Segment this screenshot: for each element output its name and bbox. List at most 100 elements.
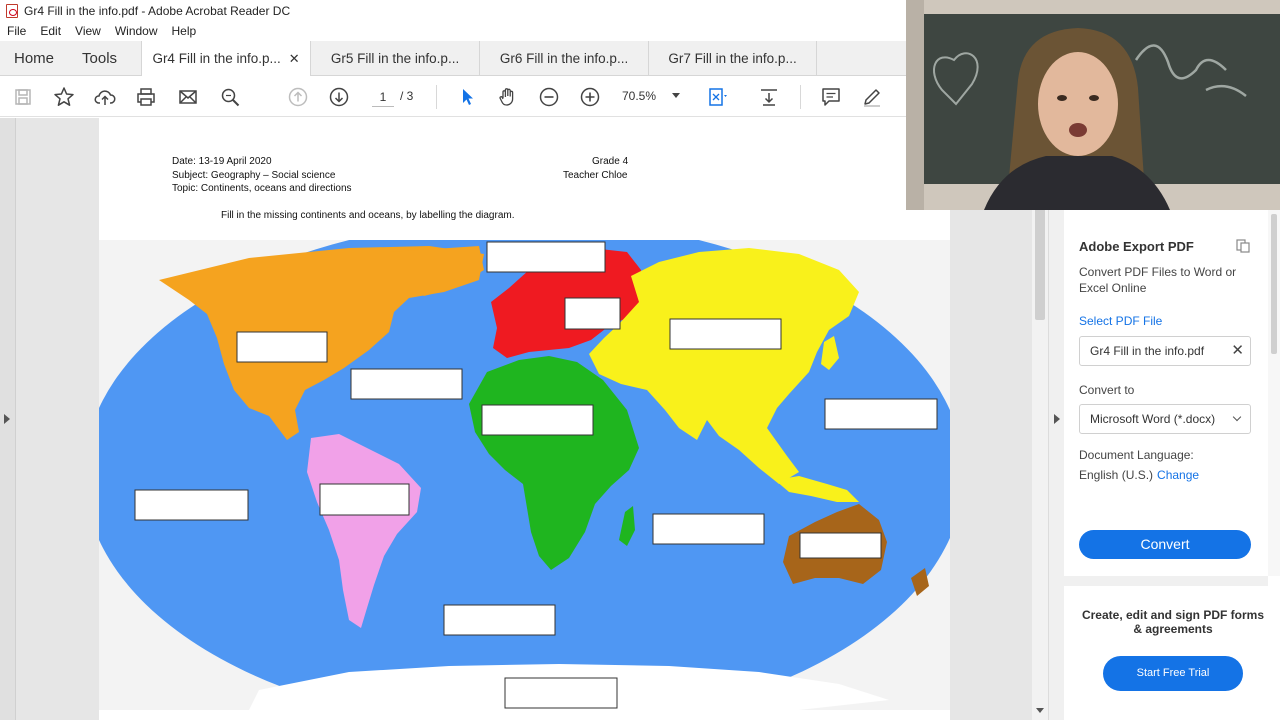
label-box [481,404,594,436]
doc-tab-label: Gr6 Fill in the info.p... [499,50,629,66]
doc-language-label: Document Language: [1079,448,1194,462]
pdf-page: Date: 13-19 April 2020 Subject: Geograph… [99,118,950,720]
label-box [236,331,328,363]
doc-grade: Grade 4 [592,156,629,167]
page-up-icon[interactable] [287,86,309,108]
search-icon[interactable] [219,86,241,108]
language-value: English (U.S.) [1079,468,1154,482]
toolbar-divider [800,85,801,109]
pdf-app-icon [6,4,18,18]
expand-left-icon[interactable] [4,414,10,424]
doc-tab-label: Gr7 Fill in the info.p... [668,50,797,66]
page-down-icon[interactable] [328,86,350,108]
start-trial-button[interactable]: Start Free Trial [1103,656,1243,691]
doc-tab-gr7[interactable]: Gr7 Fill in the info.p... [648,41,818,75]
right-pane-toggle[interactable] [1048,210,1064,720]
collapse-right-icon[interactable] [1054,414,1060,424]
upload-icon[interactable] [94,86,116,108]
label-box [443,604,556,636]
hand-icon[interactable] [497,86,519,108]
label-box [824,398,938,430]
presenter-face [1038,52,1118,156]
promo-text: Create, edit and sign PDF forms & agreem… [1081,608,1265,636]
doc-teacher: Teacher Chloe [563,170,628,181]
right-pane-scrollbar[interactable] [1268,210,1280,576]
zoom-level[interactable]: 70.5% [622,89,656,103]
doc-topic: Topic: Continents, oceans and directions [172,183,352,194]
close-tab-icon[interactable]: ✕ [289,51,300,67]
tab-tools[interactable]: Tools [68,41,141,75]
presenter-eye [1057,95,1067,101]
selected-file-name: Gr4 Fill in the info.pdf [1090,344,1205,358]
doc-tab-label: Gr4 Fill in the info.p... [152,51,281,66]
doc-tab-gr6[interactable]: Gr6 Fill in the info.p... [479,41,648,75]
label-box [669,318,782,350]
select-pdf-link[interactable]: Select PDF File [1079,314,1162,328]
comment-icon[interactable] [820,86,842,108]
presenter-eye [1089,95,1099,101]
menu-window[interactable]: Window [115,24,158,38]
doc-date: Date: 13-19 April 2020 [172,156,272,167]
toolbar-divider [436,85,437,109]
save-icon[interactable] [12,86,34,108]
label-box [504,677,618,709]
page-total: / 3 [400,89,414,103]
panel-separator [1064,576,1268,586]
select-cursor-icon[interactable] [456,86,478,108]
tab-bar: Home Tools Gr4 Fill in the info.p... ✕ G… [0,41,906,76]
star-icon[interactable] [53,86,75,108]
document-area[interactable]: Date: 13-19 April 2020 Subject: Geograph… [0,118,1048,720]
pen-icon[interactable] [861,86,883,108]
tab-home[interactable]: Home [0,41,68,75]
menu-edit[interactable]: Edit [40,24,61,38]
menu-bar: File Edit View Window Help [0,22,906,40]
export-pdf-icon [1236,239,1250,253]
export-description: Convert PDF Files to Word or Excel Onlin… [1079,265,1237,295]
label-box [134,489,249,521]
title-bar: Gr4 Fill in the info.pdf - Adobe Acrobat… [0,0,906,22]
scroll-down-icon[interactable] [1036,708,1044,713]
fit-page-icon[interactable] [706,86,728,108]
webcam-overlay [906,0,1280,210]
menu-file[interactable]: File [7,24,26,38]
doc-tab-label: Gr5 Fill in the info.p... [330,50,460,66]
export-pdf-panel: Adobe Export PDF Convert PDF Files to Wo… [1064,210,1268,576]
print-icon[interactable] [135,86,157,108]
convert-to-label: Convert to [1079,383,1135,397]
format-select[interactable]: Microsoft Word (*.docx) [1079,404,1251,434]
scrollbar-thumb[interactable] [1271,214,1277,354]
menu-view[interactable]: View [75,24,101,38]
toolbar: 1 / 3 70.5% [0,77,906,117]
menu-help[interactable]: Help [172,24,197,38]
doc-tab-gr4[interactable]: Gr4 Fill in the info.p... ✕ [141,41,311,76]
doc-subject: Subject: Geography – Social science [172,170,336,181]
label-box [350,368,463,400]
left-panel-toggle[interactable] [0,118,16,720]
scroll-mode-icon[interactable] [758,86,780,108]
presenter-mouth [1069,123,1087,137]
clear-file-icon[interactable]: ✕ [1231,337,1244,365]
label-box [319,483,410,516]
label-box [486,241,606,273]
chevron-down-icon [1232,412,1242,422]
mail-icon[interactable] [177,86,199,108]
right-pane: Adobe Export PDF Convert PDF Files to Wo… [1064,210,1280,720]
label-box [799,532,882,559]
zoom-in-icon[interactable] [579,86,601,108]
convert-button[interactable]: Convert [1079,530,1251,559]
doc-language: English (U.S.) Change [1079,468,1199,482]
change-language-link[interactable]: Change [1157,468,1199,482]
webcam-presenter-image [906,0,1280,210]
label-box [564,297,621,330]
doc-instruction: Fill in the missing continents and ocean… [221,210,515,221]
doc-tab-gr5[interactable]: Gr5 Fill in the info.p... [310,41,479,75]
zoom-dropdown-icon[interactable] [672,93,680,98]
world-map [99,240,950,710]
page-number-input[interactable]: 1 [372,87,394,107]
window-title: Gr4 Fill in the info.pdf - Adobe Acrobat… [24,4,291,18]
wall [906,0,924,210]
zoom-out-icon[interactable] [538,86,560,108]
label-box [652,513,765,545]
format-value: Microsoft Word (*.docx) [1090,412,1216,426]
selected-file-field[interactable]: Gr4 Fill in the info.pdf ✕ [1079,336,1251,366]
